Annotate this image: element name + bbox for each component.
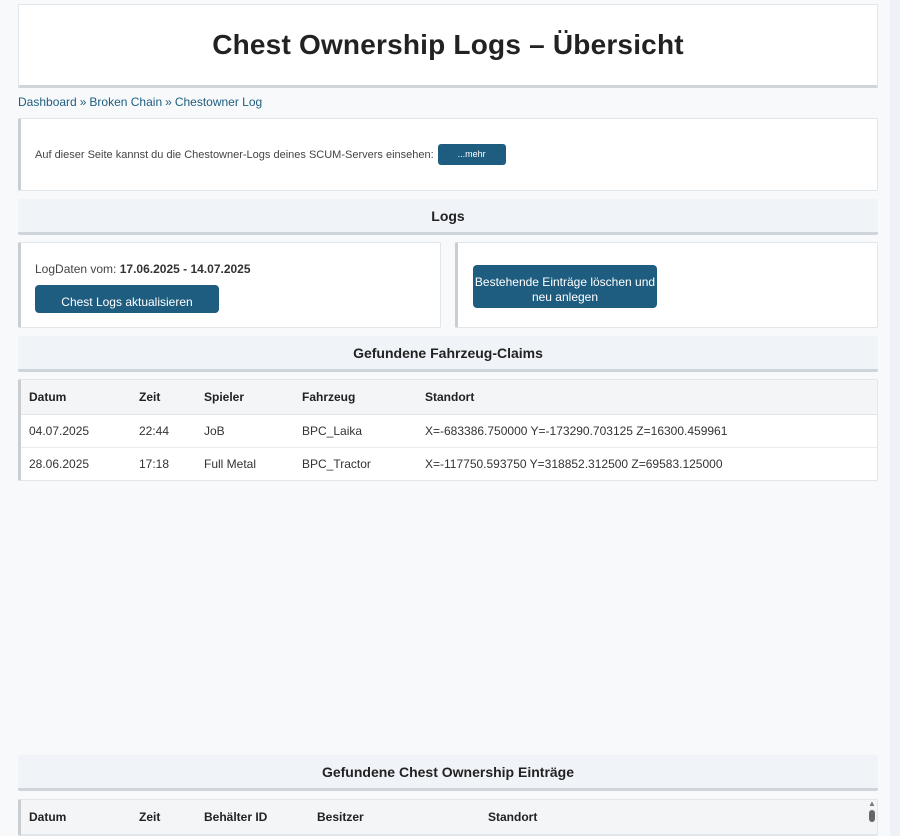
column-header-zeit[interactable]: Zeit (131, 800, 196, 835)
update-chest-logs-button[interactable]: Chest Logs aktualisieren (35, 285, 219, 313)
log-date-label: LogDaten vom: (35, 262, 117, 276)
reset-card: Bestehende Einträge löschen und neu anle… (455, 242, 878, 328)
breadcrumb-broken-chain[interactable]: Broken Chain (89, 95, 162, 109)
breadcrumb-dashboard[interactable]: Dashboard (18, 95, 77, 109)
cell-fahrzeug: BPC_Laika (294, 414, 417, 448)
info-text: Auf dieser Seite kannst du die Chestowne… (35, 148, 434, 161)
table-row: 28.06.2025 17:18 Full Metal BPC_Tractor … (21, 447, 877, 480)
vehicle-claims-heading: Gefundene Fahrzeug-Claims (18, 336, 878, 372)
table-header-row: Datum Zeit Spieler Fahrzeug Standort (21, 380, 877, 415)
cell-datum: 04.07.2025 (21, 414, 131, 448)
reset-entries-button[interactable]: Bestehende Einträge löschen und neu anle… (473, 265, 657, 308)
cell-standort: X=-683386.750000 Y=-173290.703125 Z=1630… (417, 414, 877, 448)
page-scrollbar-track[interactable] (890, 0, 900, 836)
breadcrumb-separator: » (165, 95, 172, 109)
cell-zeit: 22:44 (131, 414, 196, 448)
cell-spieler: Full Metal (204, 456, 257, 471)
breadcrumb-chestowner-log[interactable]: Chestowner Log (175, 95, 262, 109)
log-date-card: LogDaten vom: 17.06.2025 - 14.07.2025 Ch… (18, 242, 441, 328)
breadcrumb: Dashboard» Broken Chain» Chestowner Log (18, 95, 262, 109)
logs-heading: Logs (18, 199, 878, 235)
column-header-spieler[interactable]: Spieler (196, 380, 294, 415)
chest-entries-table: Datum Zeit Behälter ID Besitzer Standort (18, 799, 878, 836)
cell-spieler: JoB (196, 414, 294, 448)
table-row: 04.07.2025 22:44 JoB BPC_Laika X=-683386… (21, 414, 877, 448)
info-card: Auf dieser Seite kannst du die Chestowne… (18, 118, 878, 191)
table-scrollbar[interactable]: ▲ (868, 800, 876, 830)
chest-entries-heading: Gefundene Chest Ownership Einträge (18, 755, 878, 791)
column-header-datum[interactable]: Datum (21, 380, 131, 415)
column-header-standort[interactable]: Standort (417, 380, 877, 415)
more-button[interactable]: ...mehr (437, 144, 506, 165)
column-header-fahrzeug[interactable]: Fahrzeug (294, 380, 417, 415)
cell-standort: X=-117750.593750 Y=318852.312500 Z=69583… (425, 456, 723, 471)
column-header-besitzer[interactable]: Besitzer (309, 800, 480, 835)
cell-datum: 28.06.2025 (29, 456, 90, 471)
page: Chest Ownership Logs – Übersicht Dashboa… (0, 0, 890, 836)
scroll-up-icon[interactable]: ▲ (868, 800, 876, 808)
vehicle-claims-table: Datum Zeit Spieler Fahrzeug Standort 04.… (18, 379, 878, 481)
column-header-standort[interactable]: Standort (480, 800, 877, 835)
column-header-datum[interactable]: Datum (21, 800, 131, 835)
title-card: Chest Ownership Logs – Übersicht (18, 4, 878, 88)
log-date: LogDaten vom: 17.06.2025 - 14.07.2025 (35, 262, 251, 276)
cell-fahrzeug: BPC_Tractor (302, 456, 371, 471)
column-header-zeit[interactable]: Zeit (131, 380, 196, 415)
scroll-thumb[interactable] (869, 810, 875, 822)
breadcrumb-separator: » (79, 95, 87, 109)
cell-zeit: 17:18 (139, 456, 170, 471)
page-title: Chest Ownership Logs – Übersicht (212, 29, 684, 60)
table-header-row: Datum Zeit Behälter ID Besitzer Standort (21, 800, 877, 835)
column-header-behaelter-id[interactable]: Behälter ID (196, 800, 309, 835)
log-date-range: 17.06.2025 - 14.07.2025 (119, 262, 251, 276)
